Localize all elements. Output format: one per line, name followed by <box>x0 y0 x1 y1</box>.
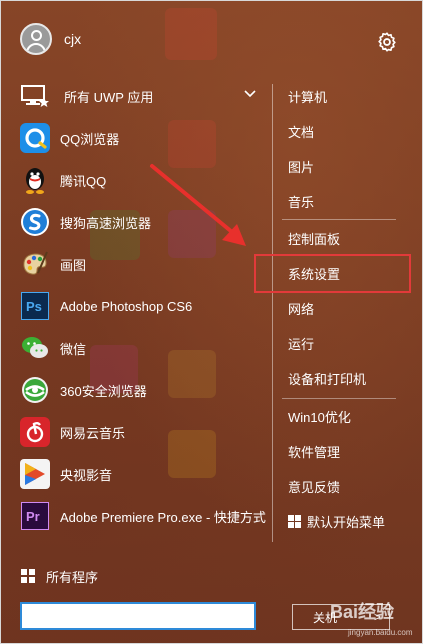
window-frame <box>0 0 423 644</box>
